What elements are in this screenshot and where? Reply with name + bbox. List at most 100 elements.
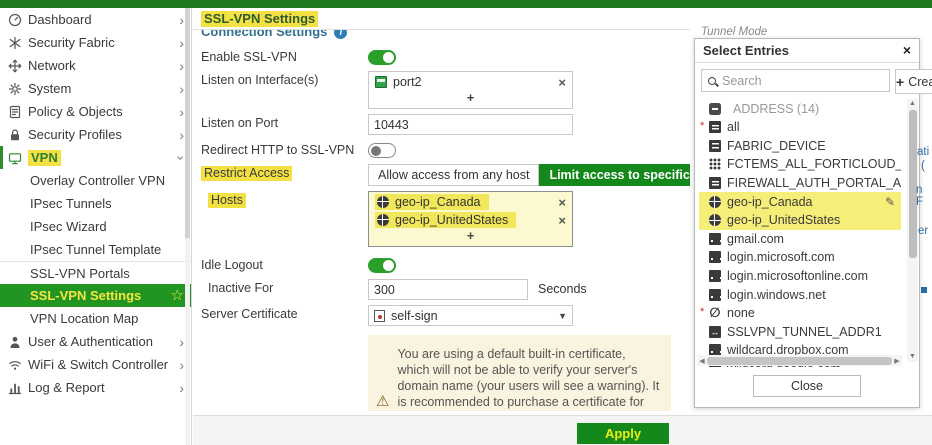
sidebar-item-label: Log & Report <box>28 380 105 395</box>
sidebar-item-system[interactable]: System › <box>0 77 191 100</box>
sidebar-item-ipsec-tunnel-template[interactable]: IPsec Tunnel Template <box>0 238 191 261</box>
vertical-scrollbar[interactable]: ▲ ▼ <box>907 99 918 362</box>
sidebar-item-ipsec-tunnels[interactable]: IPsec Tunnels <box>0 192 191 215</box>
sidebar-item-log-report[interactable]: Log & Report › <box>0 376 191 399</box>
add-interface-button[interactable]: + <box>369 90 572 108</box>
sidebar-item-policy-objects[interactable]: Policy & Objects › <box>0 100 191 123</box>
sidebar-item-ipsec-wizard[interactable]: IPsec Wizard <box>0 215 191 238</box>
list-item-gmail[interactable]: gmail.com <box>699 230 901 249</box>
horizontal-scrollbar[interactable]: ◀ ▶ <box>697 355 902 366</box>
entry-label: FCTEMS_ALL_FORTICLOUD_SERVER <box>727 157 901 172</box>
sidebar-scrollbar[interactable] <box>185 8 190 445</box>
field-label: Redirect HTTP to SSL-VPN <box>201 143 355 157</box>
inactive-for-row: Inactive For Seconds <box>201 279 690 300</box>
panel-footer: Close <box>695 367 919 407</box>
sidebar-item-sslvpn-portals[interactable]: SSL-VPN Portals <box>0 261 191 284</box>
remove-host-icon[interactable]: × <box>558 214 566 227</box>
host-entry: geo-ip_Canada × <box>369 192 572 210</box>
chevron-right-icon: › <box>179 379 184 396</box>
required-marker: * <box>700 120 705 132</box>
add-host-button[interactable]: + <box>369 228 572 246</box>
certificate-icon <box>374 309 385 322</box>
background-text-fragment: ati <box>917 146 930 158</box>
sidebar-item-vpn-location-map[interactable]: VPN Location Map <box>0 307 191 330</box>
list-item-fabric-device[interactable]: FABRIC_DEVICE <box>699 137 901 156</box>
sidebar-item-label: IPsec Tunnels <box>30 196 112 211</box>
security-fabric-icon <box>8 36 28 50</box>
close-icon[interactable]: × <box>903 42 911 58</box>
list-item-geo-ip-unitedstates[interactable]: geo-ip_UnitedStates <box>699 210 901 230</box>
sidebar-item-wifi-switch-controller[interactable]: WiFi & Switch Controller › <box>0 353 191 376</box>
chevron-right-icon: › <box>179 126 184 143</box>
enable-sslvpn-toggle[interactable] <box>368 50 396 65</box>
sidebar-item-label: Overlay Controller VPN <box>30 173 166 188</box>
favorite-star-icon[interactable]: ☆ <box>171 288 184 303</box>
list-item-login-windows[interactable]: login.windows.net <box>699 285 901 304</box>
list-item-firewall-auth-portal[interactable]: FIREWALL_AUTH_PORTAL_ADDRESS <box>699 174 901 193</box>
hosts-list-box: geo-ip_Canada × geo-ip_UnitedStates × + <box>368 191 573 247</box>
sidebar-item-dashboard[interactable]: Dashboard › <box>0 8 191 31</box>
create-button[interactable]: + Create <box>895 69 932 94</box>
host-chip: geo-ip_Canada <box>375 194 489 210</box>
geo-ip-globe-icon <box>709 214 721 227</box>
dashboard-icon <box>8 13 28 27</box>
info-icon[interactable]: i <box>334 30 348 39</box>
scroll-up-icon[interactable]: ▲ <box>907 99 918 109</box>
sidebar-item-security-fabric[interactable]: Security Fabric › <box>0 31 191 54</box>
warning-text: You are using a default built-in certifi… <box>397 347 660 409</box>
subnet-icon <box>709 177 721 190</box>
list-item-login-microsoftonline[interactable]: login.microsoftonline.com <box>699 267 901 286</box>
sidebar-item-network[interactable]: Network › <box>0 54 191 77</box>
remove-interface-icon[interactable]: × <box>558 76 566 89</box>
server-certificate-select[interactable]: self-sign ▼ <box>368 305 573 326</box>
sidebar-item-overlay-controller-vpn[interactable]: Overlay Controller VPN <box>0 169 191 192</box>
list-item-login-microsoft[interactable]: login.microsoft.com <box>699 248 901 267</box>
interface-entry: port2 × <box>369 72 572 90</box>
search-input[interactable] <box>722 73 883 88</box>
plus-icon: + <box>896 73 905 90</box>
apply-button[interactable]: Apply <box>577 423 669 444</box>
scroll-left-icon[interactable]: ◀ <box>697 357 707 365</box>
limit-specific-hosts-button[interactable]: Limit access to specific hosts <box>539 164 690 186</box>
network-icon <box>8 59 28 73</box>
sidebar-item-user-authentication[interactable]: User & Authentication › <box>0 330 191 353</box>
user-icon <box>8 335 28 349</box>
sidebar-item-label: Security Fabric <box>28 35 115 50</box>
sidebar-item-label: Security Profiles <box>28 127 122 142</box>
background-text-fragment: n F <box>916 184 924 208</box>
create-label: Create <box>908 74 932 89</box>
grid-icon <box>709 158 721 171</box>
entry-label: all <box>727 120 740 135</box>
list-item-all[interactable]: * all <box>699 118 901 137</box>
subnet-icon <box>709 139 721 152</box>
allow-any-host-button[interactable]: Allow access from any host <box>368 164 540 186</box>
sidebar-item-vpn[interactable]: VPN › <box>0 146 191 169</box>
scroll-down-icon[interactable]: ▼ <box>907 352 918 362</box>
listen-port-input[interactable] <box>368 114 573 135</box>
server-certificate-row: Server Certificate self-sign ▼ <box>201 305 690 326</box>
sidebar-item-label: IPsec Tunnel Template <box>30 242 162 257</box>
scrollbar-thumb[interactable] <box>707 356 892 365</box>
field-label: Inactive For <box>208 281 274 295</box>
edit-icon[interactable]: ✎ <box>885 195 895 209</box>
list-item-sslvpn-tunnel-addr1[interactable]: ↔ SSLVPN_TUNNEL_ADDR1 <box>699 323 901 342</box>
address-group-header: ADDRESS (14) <box>699 99 919 118</box>
sidebar-item-label: VPN Location Map <box>30 311 139 326</box>
close-button[interactable]: Close <box>753 375 861 397</box>
list-item-fctems[interactable]: FCTEMS_ALL_FORTICLOUD_SERVER <box>699 155 901 174</box>
idle-logout-toggle[interactable] <box>368 258 396 273</box>
certificate-value: self-sign <box>391 308 438 323</box>
interface-name: port2 <box>393 75 422 89</box>
entry-label: login.microsoft.com <box>727 250 835 265</box>
scroll-right-icon[interactable]: ▶ <box>892 357 902 365</box>
sidebar-item-sslvpn-settings[interactable]: SSL-VPN Settings ☆ <box>0 284 191 307</box>
inactive-for-input[interactable] <box>368 279 528 300</box>
remove-host-icon[interactable]: × <box>558 196 566 209</box>
sidebar-item-security-profiles[interactable]: Security Profiles › <box>0 123 191 146</box>
list-item-none[interactable]: * ∅ none <box>699 304 901 323</box>
field-label: Server Certificate <box>201 307 298 321</box>
page-title: SSL-VPN Settings <box>201 11 319 27</box>
fqdn-icon <box>709 270 721 283</box>
redirect-http-toggle[interactable] <box>368 143 396 158</box>
list-item-geo-ip-canada[interactable]: geo-ip_Canada ✎ <box>699 192 901 211</box>
